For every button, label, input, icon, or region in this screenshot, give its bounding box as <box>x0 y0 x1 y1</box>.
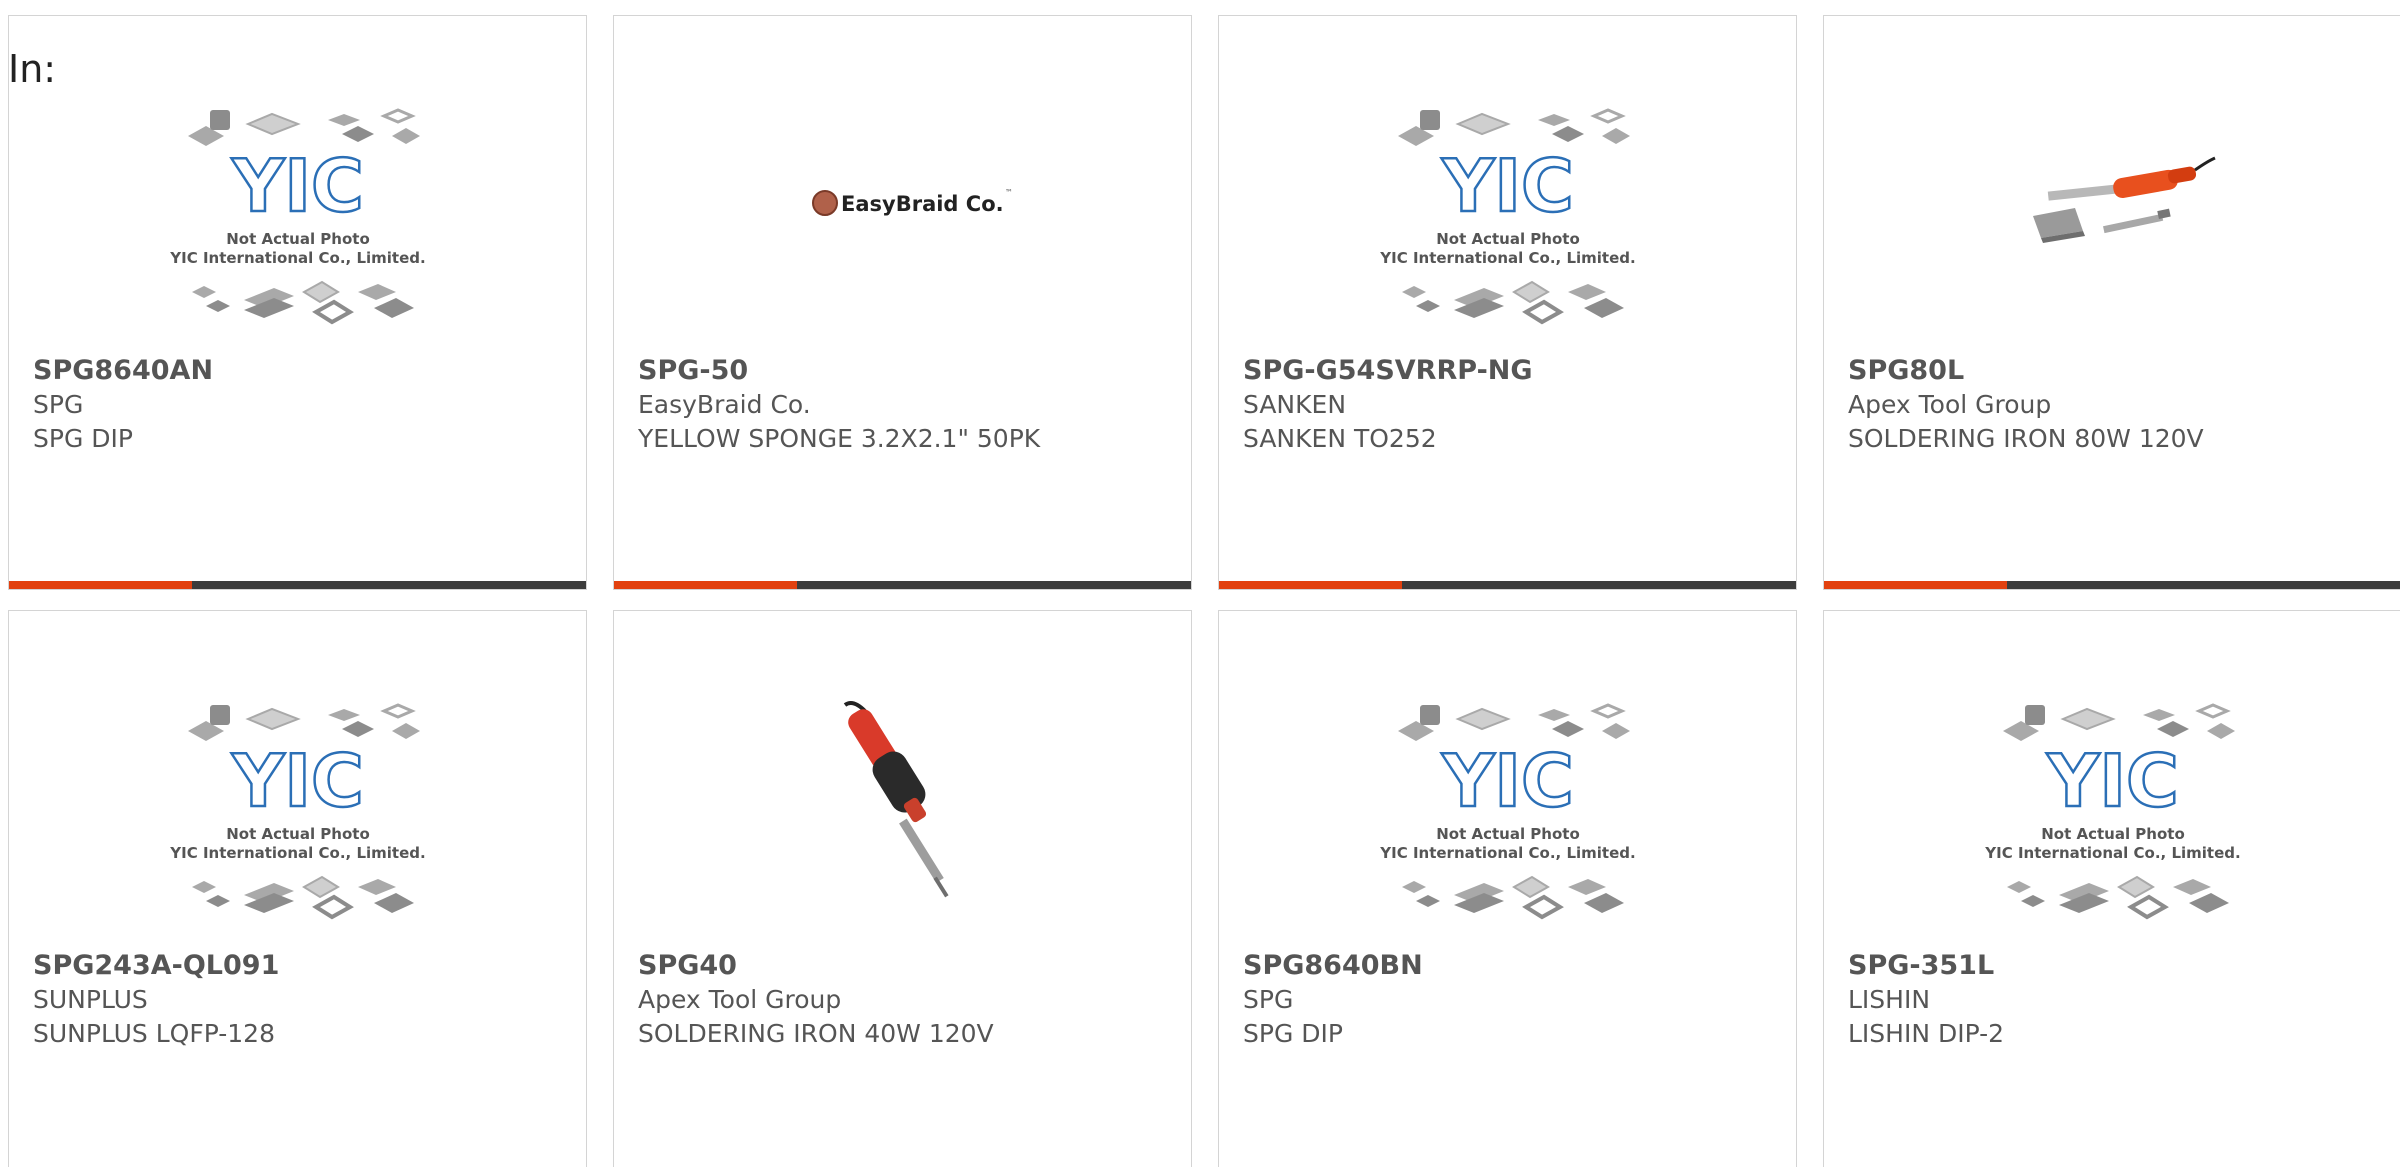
card-footer-bar <box>9 581 586 589</box>
part-number[interactable]: SPG243A-QL091 <box>33 949 570 983</box>
product-image[interactable]: YIC Not Actual Photo YIC International Co.… <box>1219 91 1796 361</box>
placeholder-note-line1: Not Actual Photo <box>226 825 370 843</box>
product-image[interactable]: YIC Not Actual Photo YIC International Co.… <box>1824 686 2400 956</box>
yic-placeholder-image: YIC Not Actual PhotoYIC International Co.… <box>1379 703 1635 920</box>
description: SANKEN TO252 <box>1243 424 1437 453</box>
card-accent-bar <box>1219 581 1402 589</box>
product-card[interactable]: YIC Not Actual Photo YIC International Co.… <box>8 610 587 1167</box>
product-card[interactable]: YIC Not Actual Photo YIC International Co.… <box>1218 610 1797 1167</box>
product-card[interactable]: YIC Not Actual Photo YIC International Co.… <box>1823 610 2400 1167</box>
product-image[interactable]: YIC Not Actual Photo YIC International Co.… <box>1219 686 1796 956</box>
manufacturer: Apex Tool Group <box>638 985 842 1014</box>
placeholder-note-line2: YIC International Co., Limited. <box>169 844 425 862</box>
yic-placeholder-image: YIC Not Actual PhotoYIC International Co.… <box>1984 703 2240 920</box>
placeholder-note-line1: Not Actual Photo <box>2041 825 2185 843</box>
product-image[interactable] <box>614 686 1191 956</box>
card-accent-bar <box>9 581 192 589</box>
product-card[interactable]: EasyBraid Co. ™ SPG-50 EasyBraid Co. YEL… <box>613 15 1192 590</box>
part-number[interactable]: SPG8640AN <box>33 354 570 388</box>
description: LISHIN DIP-2 <box>1848 1019 2005 1048</box>
yic-logo-text: YIC <box>231 739 364 823</box>
in-label: In: <box>8 47 57 91</box>
manufacturer: Apex Tool Group <box>1848 390 2052 419</box>
product-grid-page: In: YIC Not Actual Photo YIC International… <box>0 0 2400 1167</box>
soldering-iron-stand-image <box>2032 156 2216 243</box>
card-accent-bar <box>614 581 797 589</box>
easybraid-logo-text: EasyBraid Co. <box>841 192 1004 216</box>
yic-logo-text: YIC <box>2046 739 2179 823</box>
description: SUNPLUS LQFP-128 <box>33 1019 275 1048</box>
part-number[interactable]: SPG-G54SVRRP-NG <box>1243 354 1780 388</box>
part-number[interactable]: SPG-351L <box>1848 949 2385 983</box>
product-image[interactable] <box>1824 91 2400 361</box>
card-footer-bar <box>1219 581 1796 589</box>
product-card[interactable]: YIC Not Actual Photo YIC International Co.… <box>1218 15 1797 590</box>
description: SOLDERING IRON 80W 120V <box>1848 424 2204 453</box>
manufacturer: SUNPLUS <box>33 985 148 1014</box>
card-footer-bar <box>614 581 1191 589</box>
manufacturer: SPG <box>1243 985 1294 1014</box>
part-number[interactable]: SPG40 <box>638 949 1175 983</box>
description: SPG DIP <box>33 424 133 453</box>
yic-logo-text: YIC <box>231 144 364 228</box>
manufacturer: EasyBraid Co. <box>638 390 811 419</box>
description: SPG DIP <box>1243 1019 1343 1048</box>
product-card[interactable]: YIC Not Actual Photo YIC International Co.… <box>8 15 587 590</box>
product-image[interactable]: EasyBraid Co. ™ <box>614 91 1191 361</box>
product-card[interactable]: SPG40 Apex Tool Group SOLDERING IRON 40W… <box>613 610 1192 1167</box>
yic-logo-text: YIC <box>1441 144 1574 228</box>
placeholder-note-line1: Not Actual Photo <box>226 230 370 248</box>
manufacturer: SANKEN <box>1243 390 1347 419</box>
product-grid: YIC Not Actual Photo YIC International Co.… <box>8 15 2400 1167</box>
product-card[interactable]: SPG80L Apex Tool Group SOLDERING IRON 80… <box>1823 15 2400 590</box>
card-accent-bar <box>1824 581 2007 589</box>
easybraid-logo-image: EasyBraid Co. ™ <box>811 188 1013 216</box>
description: YELLOW SPONGE 3.2X2.1" 50PK <box>638 424 1041 453</box>
svg-text:™: ™ <box>1005 188 1013 197</box>
placeholder-note-line2: YIC International Co., Limited. <box>1984 844 2240 862</box>
product-image[interactable]: YIC Not Actual Photo YIC International Co.… <box>9 686 586 956</box>
part-number[interactable]: SPG8640BN <box>1243 949 1780 983</box>
yic-placeholder-image: YIC Not Actual PhotoYIC International Co.… <box>169 703 425 920</box>
part-number[interactable]: SPG80L <box>1848 354 2385 388</box>
yic-logo-text: YIC <box>1441 739 1574 823</box>
placeholder-note-line2: YIC International Co., Limited. <box>1379 844 1635 862</box>
placeholder-note-line1: Not Actual Photo <box>1436 825 1580 843</box>
part-number[interactable]: SPG-50 <box>638 354 1175 388</box>
placeholder-note-line1: Not Actual Photo <box>1436 230 1580 248</box>
card-footer-bar <box>1824 581 2400 589</box>
manufacturer: SPG <box>33 390 84 419</box>
manufacturer: LISHIN <box>1848 985 1931 1014</box>
yic-placeholder-image: YIC Not Actual PhotoYIC International Co.… <box>1379 108 1635 325</box>
yic-placeholder-image: YIC Not Actual PhotoYIC International Co.… <box>169 108 425 325</box>
placeholder-note-line2: YIC International Co., Limited. <box>1379 249 1635 267</box>
product-image[interactable]: YIC Not Actual Photo YIC International Co.… <box>9 91 586 361</box>
soldering-iron-image <box>843 701 949 898</box>
placeholder-note-line2: YIC International Co., Limited. <box>169 249 425 267</box>
description: SOLDERING IRON 40W 120V <box>638 1019 994 1048</box>
